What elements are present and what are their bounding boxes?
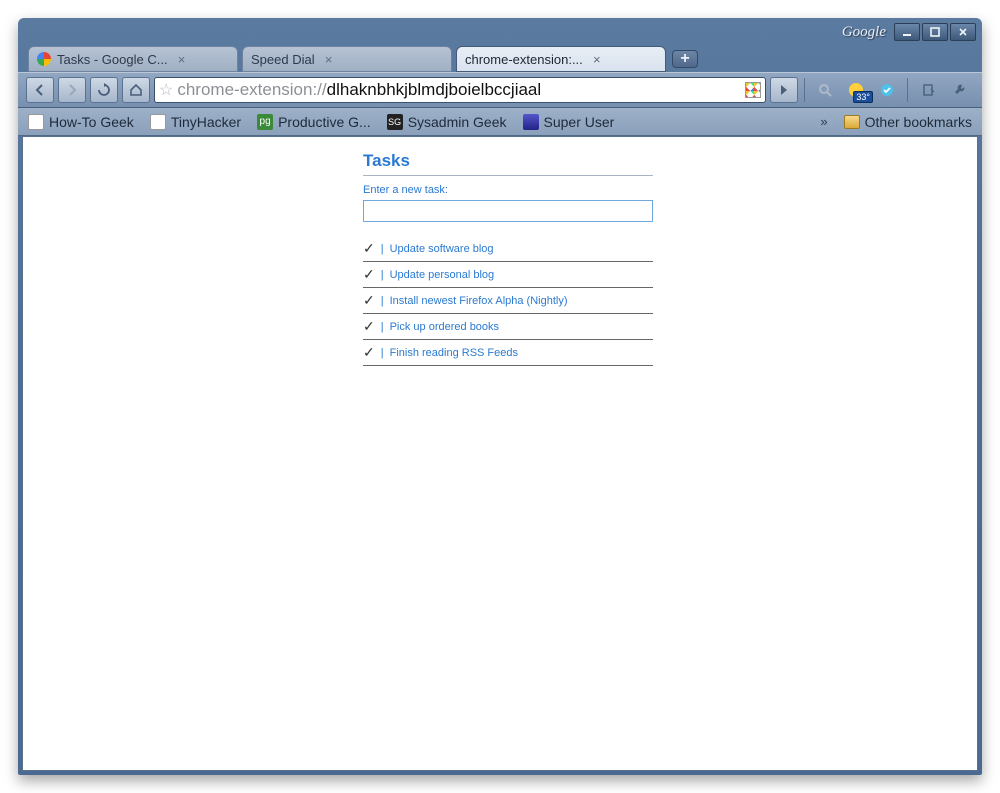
task-row: ✓ | Pick up ordered books	[363, 314, 653, 340]
tab-tasks-google[interactable]: Tasks - Google C... ×	[28, 46, 238, 72]
task-text[interactable]: Pick up ordered books	[390, 321, 499, 333]
task-row: ✓ | Update software blog	[363, 236, 653, 262]
browser-window: Google Tasks - Google C... × Speed Dial …	[18, 18, 982, 775]
maximize-button[interactable]	[922, 23, 948, 41]
check-icon[interactable]: ✓	[363, 240, 375, 257]
tab-label: chrome-extension:...	[465, 52, 583, 67]
new-task-label: Enter a new task:	[363, 184, 653, 196]
bookmark-label: How-To Geek	[49, 114, 134, 130]
bookmarks-overflow-button[interactable]: »	[816, 114, 831, 129]
folder-icon	[844, 115, 860, 129]
check-icon[interactable]: ✓	[363, 344, 375, 361]
check-icon[interactable]: ✓	[363, 318, 375, 335]
titlebar: Google	[18, 18, 982, 44]
task-text[interactable]: Update software blog	[390, 243, 494, 255]
page-menu-button[interactable]	[914, 77, 942, 103]
status-check-icon[interactable]	[873, 77, 901, 103]
task-divider: |	[381, 295, 384, 307]
check-icon[interactable]: ✓	[363, 292, 375, 309]
close-icon[interactable]: ×	[591, 53, 603, 65]
home-button[interactable]	[122, 77, 150, 103]
bookmark-tinyhacker[interactable]: TinyHacker	[146, 112, 245, 132]
close-icon[interactable]: ×	[176, 53, 188, 65]
toolbar-separator	[804, 78, 805, 102]
url-path: dlhaknbhkjblmdjboielbccjiaal	[327, 80, 542, 100]
page-content: Tasks Enter a new task: ✓ | Update softw…	[22, 136, 978, 771]
close-icon[interactable]: ×	[323, 53, 335, 65]
task-row: ✓ | Finish reading RSS Feeds	[363, 340, 653, 366]
bookmark-sysadmin-geek[interactable]: SG Sysadmin Geek	[383, 112, 511, 132]
tab-chrome-extension[interactable]: chrome-extension:... ×	[456, 46, 666, 72]
task-divider: |	[381, 347, 384, 359]
search-magnifier-icon[interactable]	[811, 77, 839, 103]
task-divider: |	[381, 243, 384, 255]
toolbar: ☆ chrome-extension://dlhaknbhkjblmdjboie…	[18, 72, 982, 108]
other-bookmarks-button[interactable]: Other bookmarks	[840, 112, 976, 132]
bookmark-label: Super User	[544, 114, 615, 130]
new-task-input[interactable]	[363, 200, 653, 222]
minimize-button[interactable]	[894, 23, 920, 41]
wrench-menu-button[interactable]	[946, 77, 974, 103]
favicon-icon: pg	[257, 114, 273, 130]
bookmark-how-to-geek[interactable]: How-To Geek	[24, 112, 138, 132]
bookmark-super-user[interactable]: Super User	[519, 112, 619, 132]
page-action-icon[interactable]	[745, 82, 761, 98]
bookmarks-bar: How-To Geek TinyHacker pg Productive G..…	[18, 108, 982, 136]
page-title: Tasks	[363, 151, 653, 176]
url-scheme: chrome-extension://	[177, 80, 326, 100]
bookmark-label: TinyHacker	[171, 114, 241, 130]
brand-label: Google	[842, 24, 886, 41]
favicon-icon: SG	[387, 114, 403, 130]
bookmark-productive-g[interactable]: pg Productive G...	[253, 112, 375, 132]
task-divider: |	[381, 269, 384, 281]
tab-speed-dial[interactable]: Speed Dial ×	[242, 46, 452, 72]
weather-widget[interactable]: 33°	[843, 79, 869, 101]
favicon-icon	[150, 114, 166, 130]
task-text[interactable]: Install newest Firefox Alpha (Nightly)	[390, 295, 568, 307]
google-icon	[37, 52, 51, 66]
task-text[interactable]: Finish reading RSS Feeds	[390, 347, 518, 359]
address-bar[interactable]: ☆ chrome-extension://dlhaknbhkjblmdjboie…	[154, 77, 766, 103]
favicon-icon	[523, 114, 539, 130]
new-tab-button[interactable]: +	[672, 50, 698, 68]
back-button[interactable]	[26, 77, 54, 103]
tab-label: Tasks - Google C...	[57, 52, 168, 67]
toolbar-separator	[907, 78, 908, 102]
reload-button[interactable]	[90, 77, 118, 103]
bookmark-label: Sysadmin Geek	[408, 114, 507, 130]
check-icon[interactable]: ✓	[363, 266, 375, 283]
close-button[interactable]	[950, 23, 976, 41]
tab-label: Speed Dial	[251, 52, 315, 67]
weather-temp: 33°	[853, 91, 873, 103]
go-button[interactable]	[770, 77, 798, 103]
task-list: ✓ | Update software blog ✓ | Update pers…	[363, 236, 653, 366]
task-row: ✓ | Update personal blog	[363, 262, 653, 288]
bookmark-label: Productive G...	[278, 114, 371, 130]
tab-strip: Tasks - Google C... × Speed Dial × chrom…	[18, 44, 982, 72]
task-divider: |	[381, 321, 384, 333]
task-text[interactable]: Update personal blog	[390, 269, 495, 281]
bookmark-star-icon[interactable]: ☆	[159, 80, 173, 100]
tasks-app: Tasks Enter a new task: ✓ | Update softw…	[363, 151, 653, 366]
other-bookmarks-label: Other bookmarks	[865, 114, 972, 130]
favicon-icon	[28, 114, 44, 130]
forward-button[interactable]	[58, 77, 86, 103]
task-row: ✓ | Install newest Firefox Alpha (Nightl…	[363, 288, 653, 314]
